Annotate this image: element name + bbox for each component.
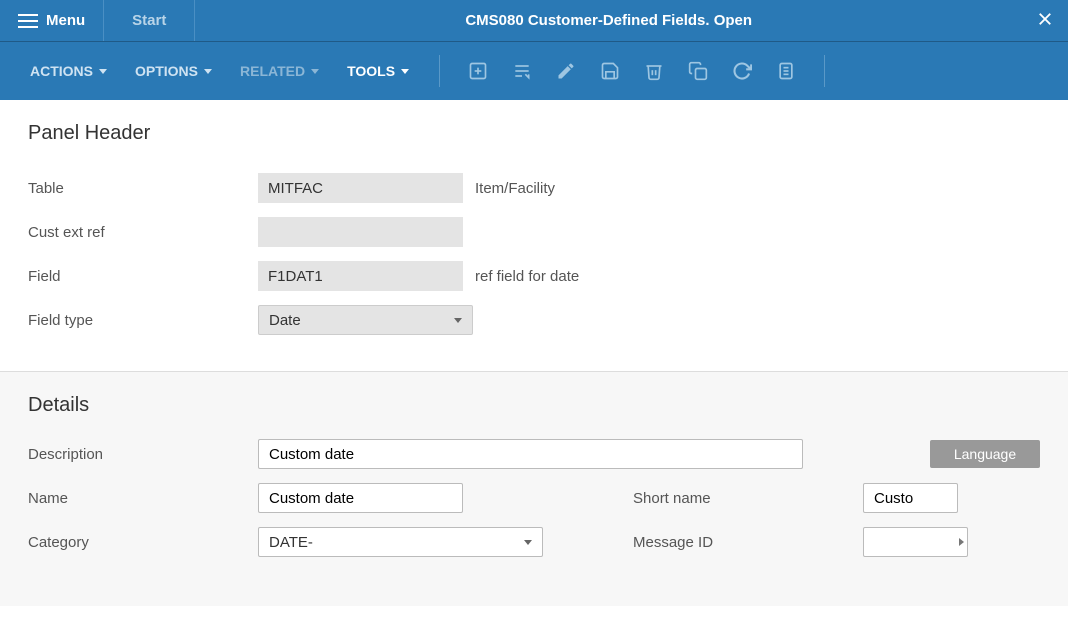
chevron-down-icon: [99, 69, 107, 74]
language-label: Language: [954, 446, 1016, 462]
separator: [824, 55, 825, 87]
save-button[interactable]: [599, 60, 621, 82]
chevron-down-icon: [311, 69, 319, 74]
label-description: Description: [28, 446, 258, 463]
close-icon: [1036, 10, 1054, 28]
table-desc: Item/Facility: [475, 180, 555, 197]
field-field: [258, 261, 463, 291]
row-field-type: Field type Date: [28, 305, 1040, 335]
name-input[interactable]: [258, 483, 463, 513]
message-id-lookup[interactable]: [863, 527, 968, 557]
chevron-down-icon: [401, 69, 409, 74]
label-name: Name: [28, 490, 258, 507]
short-name-input[interactable]: [863, 483, 958, 513]
title-bar: Menu Start CMS080 Customer-Defined Field…: [0, 0, 1068, 42]
label-message-id: Message ID: [633, 534, 863, 551]
label-table: Table: [28, 180, 258, 197]
list-button[interactable]: [511, 60, 533, 82]
description-input[interactable]: [258, 439, 803, 469]
category-value: DATE-: [269, 534, 313, 551]
chevron-down-icon: [524, 540, 532, 545]
details-title: Details: [28, 394, 1040, 417]
cust-ext-ref-field: [258, 217, 463, 247]
field-type-value: Date: [269, 312, 301, 329]
menu-related[interactable]: RELATED: [230, 55, 329, 87]
trash-icon: [644, 61, 664, 81]
new-button[interactable]: [467, 60, 489, 82]
page-title: CMS080 Customer-Defined Fields. Open: [195, 12, 1022, 29]
copy-icon: [688, 61, 708, 81]
plus-square-icon: [468, 61, 488, 81]
refresh-button[interactable]: [731, 60, 753, 82]
pencil-icon: [556, 61, 576, 81]
row-field: Field ref field for date: [28, 261, 1040, 291]
message-id-input[interactable]: [863, 527, 968, 557]
field-type-select[interactable]: Date: [258, 305, 473, 335]
menu-tools[interactable]: TOOLS: [337, 55, 419, 87]
chevron-down-icon: [454, 318, 462, 323]
edit-button[interactable]: [555, 60, 577, 82]
label-field-type: Field type: [28, 312, 258, 329]
row-description: Description Language: [28, 439, 1040, 469]
panel-header-title: Panel Header: [28, 122, 1040, 145]
field-desc: ref field for date: [475, 268, 579, 285]
category-select[interactable]: DATE-: [258, 527, 543, 557]
table-field: [258, 173, 463, 203]
start-label: Start: [132, 12, 166, 29]
label-cust-ext-ref: Cust ext ref: [28, 224, 258, 241]
menu-actions-label: ACTIONS: [30, 63, 93, 79]
start-button[interactable]: Start: [104, 0, 195, 41]
refresh-icon: [732, 61, 752, 81]
row-table: Table Item/Facility: [28, 173, 1040, 203]
label-category: Category: [28, 534, 258, 551]
menu-related-label: RELATED: [240, 63, 305, 79]
label-field: Field: [28, 268, 258, 285]
menu-tools-label: TOOLS: [347, 63, 395, 79]
menu-options[interactable]: OPTIONS: [125, 55, 222, 87]
list-icon: [512, 61, 532, 81]
row-cust-ext-ref: Cust ext ref: [28, 217, 1040, 247]
copy-button[interactable]: [687, 60, 709, 82]
clipboard-icon: [776, 61, 796, 81]
delete-button[interactable]: [643, 60, 665, 82]
label-short-name: Short name: [633, 490, 863, 507]
panel-header-section: Panel Header Table Item/Facility Cust ex…: [0, 100, 1068, 371]
chevron-down-icon: [204, 69, 212, 74]
menu-button[interactable]: Menu: [0, 0, 104, 41]
details-section: Details Description Language Name Short …: [0, 371, 1068, 606]
separator: [439, 55, 440, 87]
notes-button[interactable]: [775, 60, 797, 82]
menu-actions[interactable]: ACTIONS: [20, 55, 117, 87]
menu-bar: ACTIONS OPTIONS RELATED TOOLS: [0, 42, 1068, 100]
row-name: Name Short name: [28, 483, 1040, 513]
save-icon: [600, 61, 620, 81]
hamburger-icon: [18, 14, 38, 28]
menu-label: Menu: [46, 12, 85, 29]
language-button[interactable]: Language: [930, 440, 1040, 468]
close-button[interactable]: [1022, 8, 1068, 34]
row-category: Category DATE- Message ID: [28, 527, 1040, 557]
menu-options-label: OPTIONS: [135, 63, 198, 79]
